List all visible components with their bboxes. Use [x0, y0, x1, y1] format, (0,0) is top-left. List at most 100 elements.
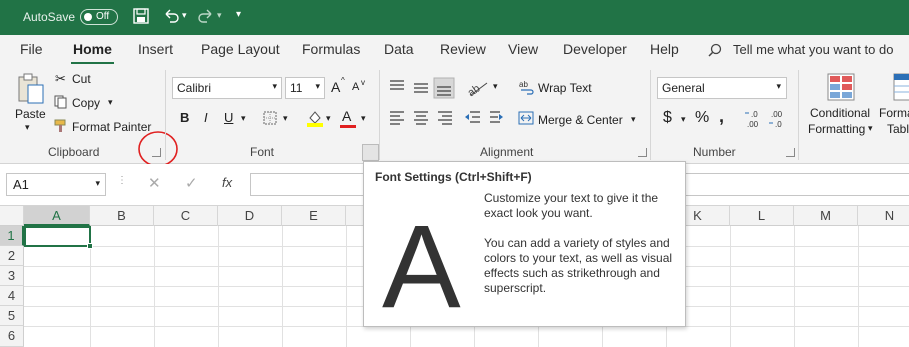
number-format-dropdown-icon[interactable]: ▾: [776, 81, 781, 92]
cut-button[interactable]: Cut: [72, 72, 91, 86]
font-group-label: Font: [250, 145, 275, 159]
increase-decimal-icon[interactable]: .0 .00: [744, 108, 766, 130]
cancel-entry-icon[interactable]: ✕: [148, 174, 161, 192]
conditional-formatting-label[interactable]: Conditional: [810, 106, 870, 120]
tell-me-box[interactable]: Tell me what you want to do: [733, 42, 893, 57]
paste-dropdown-icon[interactable]: ▾: [25, 122, 30, 133]
font-color-button[interactable]: A: [342, 108, 351, 124]
column-header-l[interactable]: L: [730, 206, 794, 226]
column-header-b[interactable]: B: [90, 206, 154, 226]
merge-center-icon[interactable]: [518, 111, 534, 125]
tab-file[interactable]: File: [20, 41, 43, 57]
row-header-1[interactable]: 1: [0, 226, 24, 246]
merge-dropdown-icon[interactable]: ▾: [631, 114, 636, 125]
copy-button[interactable]: Copy: [72, 96, 100, 110]
column-header-n[interactable]: N: [858, 206, 909, 226]
redo-dropdown-icon[interactable]: ▾: [217, 10, 222, 21]
name-box-value: A1: [13, 177, 29, 192]
undo-dropdown-icon[interactable]: ▾: [182, 10, 187, 21]
underline-dropdown-icon[interactable]: ▾: [241, 113, 246, 124]
font-size-dropdown-icon[interactable]: ▾: [315, 81, 320, 92]
copy-icon[interactable]: [54, 95, 68, 109]
column-header-e[interactable]: E: [282, 206, 346, 226]
tab-review[interactable]: Review: [440, 41, 486, 57]
paste-icon[interactable]: [17, 73, 45, 105]
column-header-d[interactable]: D: [218, 206, 282, 226]
undo-icon[interactable]: [162, 8, 180, 24]
conditional-formatting-icon[interactable]: [826, 72, 856, 102]
fill-color-icon[interactable]: [307, 109, 323, 127]
font-name-dropdown-icon[interactable]: ▾: [272, 81, 277, 92]
confirm-entry-icon[interactable]: ✓: [185, 174, 198, 192]
tab-page-layout[interactable]: Page Layout: [201, 41, 280, 57]
autosave-toggle[interactable]: Off: [80, 9, 118, 25]
name-box[interactable]: A1 ▾: [6, 173, 106, 196]
underline-button[interactable]: U: [224, 110, 233, 125]
percent-button[interactable]: %: [695, 109, 709, 127]
number-dialog-launcher[interactable]: [786, 148, 795, 157]
shrink-font-button[interactable]: A: [352, 81, 359, 93]
decrease-decimal-icon[interactable]: .00 .0: [768, 108, 790, 130]
indent-icons[interactable]: [464, 110, 504, 126]
fill-color-dropdown-icon[interactable]: ▾: [326, 113, 331, 124]
format-painter-icon[interactable]: [54, 119, 68, 133]
annotation-circle: [138, 131, 178, 167]
tab-insert[interactable]: Insert: [138, 41, 173, 57]
column-header-m[interactable]: M: [794, 206, 858, 226]
cut-icon[interactable]: ✂: [55, 71, 66, 87]
currency-dropdown-icon[interactable]: ▾: [681, 114, 686, 125]
bold-button[interactable]: B: [180, 110, 189, 125]
group-separator: [798, 70, 799, 160]
font-color-dropdown-icon[interactable]: ▾: [361, 113, 366, 124]
tab-home[interactable]: Home: [71, 41, 114, 65]
tab-view[interactable]: View: [508, 41, 538, 57]
format-as-table-label-2[interactable]: Tabl: [887, 122, 909, 136]
alignment-dialog-launcher[interactable]: [638, 148, 647, 157]
orientation-dropdown-icon[interactable]: ▾: [493, 81, 498, 92]
svg-text:.0: .0: [775, 120, 782, 129]
select-all-corner[interactable]: [0, 206, 24, 226]
wrap-text-button[interactable]: Wrap Text: [538, 81, 592, 95]
tooltip-paragraph-2: You can add a variety of styles and colo…: [484, 236, 673, 295]
customize-qat-icon[interactable]: ▾: [236, 9, 241, 20]
name-box-dropdown-icon[interactable]: ▾: [95, 178, 100, 189]
font-size-box[interactable]: 11 ▾: [285, 77, 325, 99]
redo-icon[interactable]: [197, 8, 215, 24]
italic-button[interactable]: I: [204, 110, 208, 125]
fill-handle[interactable]: [87, 243, 93, 249]
merge-center-button[interactable]: Merge & Center: [538, 113, 623, 127]
conditional-dropdown-icon[interactable]: ▾: [868, 123, 873, 134]
format-as-table-icon[interactable]: [892, 72, 909, 102]
column-header-c[interactable]: C: [154, 206, 218, 226]
row-header-2[interactable]: 2: [0, 246, 24, 266]
number-format-box[interactable]: General ▾: [657, 77, 787, 99]
tab-data[interactable]: Data: [384, 41, 414, 57]
row-header-6[interactable]: 6: [0, 326, 24, 347]
insert-function-button[interactable]: fx: [222, 175, 232, 190]
borders-dropdown-icon[interactable]: ▾: [283, 113, 288, 124]
vertical-align-icons[interactable]: [388, 77, 458, 99]
horizontal-align-icons[interactable]: [388, 110, 458, 126]
orientation-icon[interactable]: ab: [465, 77, 495, 97]
comma-button[interactable]: ,: [719, 106, 724, 127]
borders-icon[interactable]: [263, 111, 278, 126]
row-header-5[interactable]: 5: [0, 306, 24, 326]
conditional-formatting-label-2[interactable]: Formatting: [808, 122, 865, 136]
font-name-box[interactable]: Calibri ▾: [172, 77, 282, 99]
paste-button[interactable]: Paste: [15, 107, 46, 121]
tab-help[interactable]: Help: [650, 41, 679, 57]
row-header-4[interactable]: 4: [0, 286, 24, 306]
row-header-3[interactable]: 3: [0, 266, 24, 286]
tab-developer[interactable]: Developer: [563, 41, 627, 57]
copy-dropdown-icon[interactable]: ▾: [108, 97, 113, 108]
column-header-a[interactable]: A: [24, 206, 90, 226]
active-cell-a1[interactable]: [24, 226, 91, 247]
grow-font-button[interactable]: A: [331, 79, 340, 95]
currency-button[interactable]: $: [663, 109, 672, 127]
tab-formulas[interactable]: Formulas: [302, 41, 360, 57]
format-as-table-label[interactable]: Forma: [879, 106, 909, 120]
save-icon[interactable]: [133, 8, 149, 24]
autosave-state: Off: [96, 11, 110, 22]
wrap-text-icon[interactable]: ab: [519, 79, 535, 95]
font-settings-tooltip: Font Settings (Ctrl+Shift+F) A Customize…: [363, 161, 686, 332]
